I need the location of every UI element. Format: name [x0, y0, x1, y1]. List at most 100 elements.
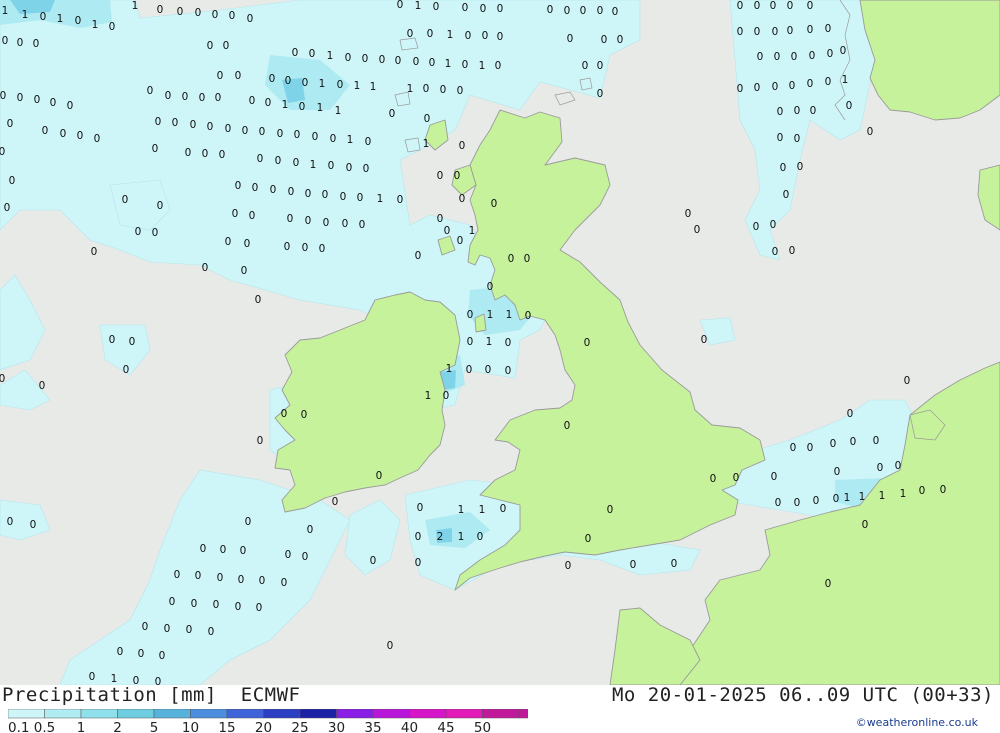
precip-value-label: 0	[199, 92, 206, 104]
precip-value-label: 0	[774, 51, 781, 63]
precip-value-label: 0	[485, 364, 492, 376]
precip-value-label: 0	[462, 2, 469, 14]
precip-value-label: 0	[241, 265, 248, 277]
precip-value-label: 1	[486, 336, 493, 348]
precip-value-label: 0	[328, 160, 335, 172]
precip-value-label: 0	[225, 236, 232, 248]
precip-value-label: 2	[437, 531, 444, 543]
precip-value-label: 1	[347, 134, 354, 146]
precip-value-label: 0	[757, 51, 764, 63]
legend-label: 0.5	[34, 720, 55, 733]
precip-value-label: 0	[443, 390, 450, 402]
legend-label: 10	[182, 720, 199, 733]
precip-value-label: 1	[377, 193, 384, 205]
legend-overflow-arrow	[518, 709, 528, 719]
precip-value-label: 0	[794, 105, 801, 117]
precip-value-label: 0	[244, 238, 251, 250]
legend-color-bar	[8, 709, 528, 719]
precip-value-label: 0	[465, 30, 472, 42]
precip-value-label: 0	[255, 294, 262, 306]
precip-value-label: 0	[223, 40, 230, 52]
legend-label: 25	[291, 720, 308, 733]
precip-value-label: 0	[564, 5, 571, 17]
precip-value-label: 0	[155, 116, 162, 128]
precip-value-label: 0	[302, 551, 309, 563]
precip-value-label: 0	[174, 569, 181, 581]
precip-value-label: 0	[229, 10, 236, 22]
precip-value-label: 0	[607, 504, 614, 516]
precip-value-label: 0	[91, 246, 98, 258]
precip-value-label: 0	[249, 210, 256, 222]
precip-value-label: 0	[459, 193, 466, 205]
precip-value-label: 0	[840, 45, 847, 57]
precip-value-label: 0	[195, 7, 202, 19]
precip-value-label: 0	[580, 5, 587, 17]
precip-value-label: 0	[794, 497, 801, 509]
precip-value-label: 0	[459, 140, 466, 152]
legend-swatch	[372, 709, 410, 719]
precip-value-label: 1	[842, 74, 849, 86]
precip-value-label: 1	[900, 488, 907, 500]
precip-value-label: 0	[75, 15, 82, 27]
precip-value-label: 0	[77, 130, 84, 142]
precip-value-label: 0	[585, 533, 592, 545]
precip-value-label: 0	[117, 646, 124, 658]
precip-value-label: 0	[417, 502, 424, 514]
precip-value-label: 0	[270, 184, 277, 196]
precip-value-label: 1	[92, 19, 99, 31]
legend-swatch	[226, 709, 264, 719]
precip-value-label: 0	[0, 373, 5, 385]
precip-value-label: 0	[497, 31, 504, 43]
precip-value-label: 0	[754, 0, 761, 12]
legend-swatch	[336, 709, 374, 719]
precip-value-label: 0	[904, 375, 911, 387]
precip-value-label: 0	[293, 157, 300, 169]
precip-value-label: 0	[567, 33, 574, 45]
precip-value-label: 0	[265, 97, 272, 109]
precip-value-label: 0	[305, 215, 312, 227]
precip-value-label: 0	[225, 123, 232, 135]
legend-swatch	[445, 709, 483, 719]
precip-value-label: 0	[159, 650, 166, 662]
precip-value-label: 1	[479, 60, 486, 72]
precip-value-label: 0	[302, 242, 309, 254]
precip-value-label: 0	[275, 155, 282, 167]
precip-value-label: 0	[467, 336, 474, 348]
precip-value-label: 0	[330, 133, 337, 145]
precip-value-label: 0	[789, 80, 796, 92]
precip-value-label: 0	[482, 30, 489, 42]
precip-value-label: 0	[319, 243, 326, 255]
precip-value-label: 0	[165, 90, 172, 102]
precip-value-label: 0	[50, 97, 57, 109]
precip-value-label: 0	[495, 60, 502, 72]
credit-link[interactable]: ©weatheronline.co.uk	[856, 716, 978, 729]
precip-value-label: 0	[235, 601, 242, 613]
precip-value-label: 0	[895, 460, 902, 472]
precip-value-label: 0	[497, 3, 504, 15]
precip-value-label: 1	[506, 309, 513, 321]
precip-value-label: 0	[777, 132, 784, 144]
precip-value-label: 0	[387, 640, 394, 652]
precip-value-label: 0	[157, 200, 164, 212]
precip-value-label: 0	[787, 0, 794, 12]
precip-value-label: 0	[789, 245, 796, 257]
precip-value-label: 1	[317, 102, 324, 114]
precip-value-label: 0	[846, 100, 853, 112]
precip-value-label: 0	[807, 0, 814, 12]
legend-label: 15	[218, 720, 235, 733]
precip-value-label: 0	[825, 578, 832, 590]
precip-value-label: 0	[376, 470, 383, 482]
legend-label: 1	[77, 720, 86, 733]
precip-value-label: 1	[282, 99, 289, 111]
precip-value-label: 0	[810, 105, 817, 117]
legend-swatch	[190, 709, 228, 719]
precip-value-label: 0	[138, 648, 145, 660]
precip-value-label: 0	[177, 6, 184, 18]
precip-value-label: 0	[0, 90, 6, 102]
precip-value-label: 0	[737, 26, 744, 38]
precip-value-label: 0	[462, 59, 469, 71]
precip-value-label: 0	[362, 53, 369, 65]
precip-value-label: 0	[345, 52, 352, 64]
precip-value-label: 0	[825, 23, 832, 35]
precip-value-label: 0	[242, 125, 249, 137]
